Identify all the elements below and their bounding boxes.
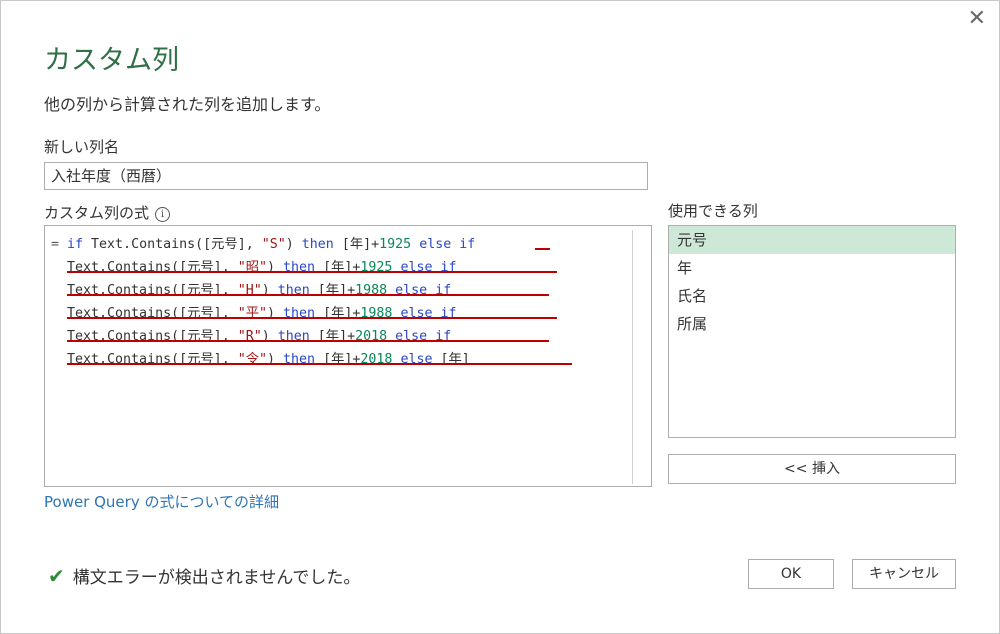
formula-token: if	[459, 237, 476, 252]
formula-label: カスタム列の式	[44, 204, 150, 222]
formula-line: Text.Contains([元号], "令") then [年]+2018 e…	[51, 348, 475, 371]
column-item[interactable]: 年	[669, 254, 955, 282]
annotation-underline	[67, 340, 549, 342]
formula-token: Text.Contains([元号],	[83, 237, 262, 252]
dialog-title: カスタム列	[44, 45, 179, 76]
formula-token: else	[419, 237, 452, 252]
cancel-button[interactable]: キャンセル	[852, 559, 956, 589]
info-icon[interactable]: i	[155, 207, 171, 222]
formula-line: Text.Contains([元号], "昭") then [年]+1925 e…	[51, 256, 475, 279]
formula-line: Text.Contains([元号], "R") then [年]+2018 e…	[51, 325, 475, 348]
column-item[interactable]: 氏名	[669, 282, 955, 310]
formula-token: [年]+	[333, 237, 380, 252]
formula-line: Text.Contains([元号], "平") then [年]+1988 e…	[51, 302, 475, 325]
annotation-underline	[67, 363, 572, 365]
column-item[interactable]: 元号	[669, 226, 955, 254]
new-column-name-label: 新しい列名	[44, 138, 120, 156]
insert-button[interactable]: << 挿入	[668, 454, 956, 484]
annotation-underline	[67, 271, 557, 273]
check-icon: ✔	[48, 564, 65, 588]
formula-line: = if Text.Contains([元号], "S") then [年]+1…	[51, 233, 475, 256]
dialog-description: 他の列から計算された列を追加します。	[44, 95, 331, 114]
formula-token: =	[51, 237, 68, 252]
formula-token: if	[67, 237, 84, 252]
new-column-name-input[interactable]: 入社年度（西暦）	[44, 162, 648, 190]
formula-label-row: カスタム列の式 i	[44, 202, 171, 223]
editor-scrollbar[interactable]	[632, 230, 633, 484]
syntax-status-text: 構文エラーが検出されませんでした。	[72, 568, 361, 588]
close-icon[interactable]: ✕	[968, 8, 986, 30]
formula-token	[411, 237, 419, 252]
column-item[interactable]: 所属	[669, 310, 955, 338]
formula-code[interactable]: = if Text.Contains([元号], "S") then [年]+1…	[51, 233, 475, 371]
annotation-underline	[535, 248, 550, 250]
syntax-status: ✔ 構文エラーが検出されませんでした。	[48, 563, 360, 588]
available-columns-label: 使用できる列	[668, 202, 758, 220]
formula-line: Text.Contains([元号], "H") then [年]+1988 e…	[51, 279, 475, 302]
formula-token: then	[301, 237, 334, 252]
annotation-underline	[67, 294, 549, 296]
formula-editor[interactable]: = if Text.Contains([元号], "S") then [年]+1…	[44, 225, 652, 487]
ok-button[interactable]: OK	[748, 559, 834, 589]
formula-token: 1925	[379, 237, 412, 252]
power-query-help-link[interactable]: Power Query の式についての詳細	[44, 491, 279, 512]
formula-token: "S"	[261, 237, 286, 252]
available-columns-list[interactable]: 元号年氏名 所属	[668, 225, 956, 438]
annotation-underline	[67, 317, 557, 319]
formula-token: )	[285, 237, 302, 252]
